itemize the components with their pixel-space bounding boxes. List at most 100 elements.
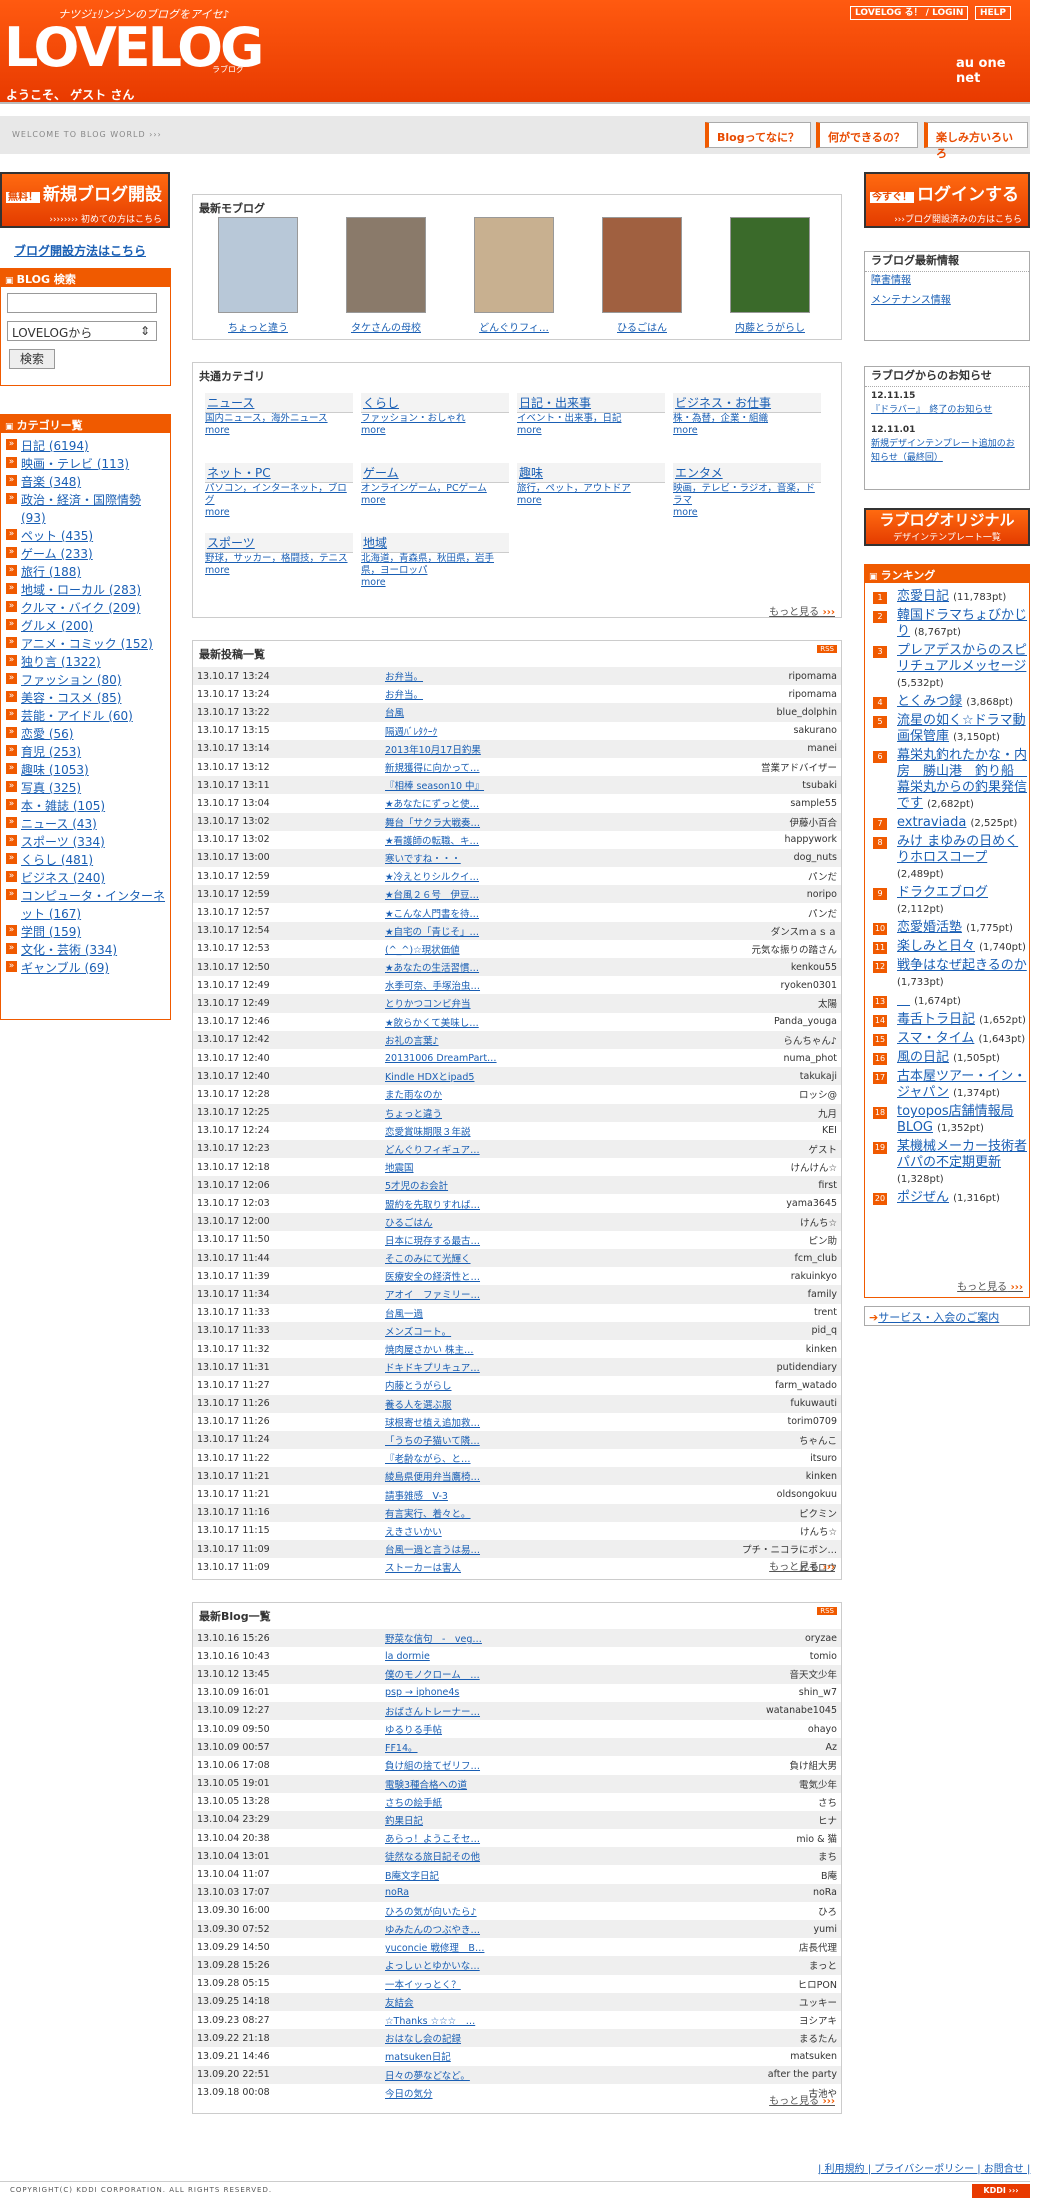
category-link[interactable]: ビジネス (240) (3, 869, 168, 887)
post-title-link[interactable]: ☆Thanks ☆☆☆ … (385, 2016, 475, 2027)
category-group-links[interactable]: イベント・出来事，日記 (517, 413, 665, 425)
search-scope-select[interactable]: LOVELOGから (7, 321, 157, 341)
login-promo[interactable]: 今すぐ！ ログインする ›››ブログ開設済みの方はこちら (864, 172, 1030, 228)
ranking-link[interactable]: ドラクエブログ (897, 885, 988, 900)
post-title-link[interactable]: よっしぃとゆかいな… (385, 1961, 480, 1972)
post-title-link[interactable]: 野菜な信句 - veg… (385, 1634, 482, 1645)
post-title-link[interactable]: お礼の言葉♪ (385, 1036, 439, 1047)
category-group-links[interactable]: 国内ニュース，海外ニュース (205, 413, 353, 425)
moblog-thumbnail[interactable] (602, 217, 682, 313)
category-group-heading[interactable]: エンタメ (673, 463, 821, 483)
category-group-heading[interactable]: ニュース (205, 393, 353, 413)
category-link[interactable]: ファッション (80) (3, 671, 168, 689)
ranking-link[interactable]: extraviada (897, 815, 966, 830)
kddi-logo[interactable]: KDDI ››› (972, 2184, 1030, 2198)
post-title-link[interactable]: 台風一過 (385, 1309, 423, 1320)
post-title-link[interactable]: お弁当。 (385, 672, 423, 683)
post-title-link[interactable]: ひろの気が向いたら♪ (385, 1907, 477, 1918)
category-link[interactable]: アニメ・コミック (152) (3, 635, 168, 653)
category-group-heading[interactable]: 日記・出来事 (517, 393, 665, 413)
moblog-caption[interactable]: 内藤とうがらし (715, 319, 825, 334)
ranking-link[interactable]: ＿ (897, 993, 910, 1008)
category-link[interactable]: 旅行 (188) (3, 563, 168, 581)
posts-more-link[interactable]: もっと見る (769, 1558, 835, 1573)
category-more-link[interactable]: もっと見る (769, 603, 835, 618)
post-title-link[interactable]: matsuken日記 (385, 2052, 451, 2063)
post-title-link[interactable]: ★看護師の転職、キ… (385, 836, 479, 847)
category-group-more[interactable]: more (205, 425, 353, 437)
post-title-link[interactable]: 電験3種合格への道 (385, 1780, 467, 1791)
ranking-link[interactable]: 戦争はなぜ起きるのか (897, 958, 1027, 973)
post-title-link[interactable]: アオイ ファミリー… (385, 1290, 480, 1301)
post-title-link[interactable]: 日本に現存する最古… (385, 1236, 480, 1247)
post-title-link[interactable]: ★こんな人門書を待… (385, 909, 479, 920)
post-title-link[interactable]: 釣果日記 (385, 1816, 423, 1827)
post-title-link[interactable]: ゆみたんのつぶやき… (385, 1925, 480, 1936)
category-link[interactable]: グルメ (200) (3, 617, 168, 635)
category-link[interactable]: ゲーム (233) (3, 545, 168, 563)
post-title-link[interactable]: 日々の夢などなど。 (385, 2071, 470, 2082)
post-title-link[interactable]: ストーカーは害人 (385, 1563, 461, 1574)
blogs-more-link[interactable]: もっと見る (769, 2092, 835, 2107)
post-title-link[interactable]: 『相棒 season10 中』 (385, 781, 484, 792)
post-title-link[interactable]: 台風一過と言うは易… (385, 1545, 480, 1556)
post-title-link[interactable]: noRa (385, 1887, 409, 1898)
category-link[interactable]: 趣味 (1053) (3, 761, 168, 779)
category-link[interactable]: 芸能・アイドル (60) (3, 707, 168, 725)
ranking-more-link[interactable]: もっと見る (957, 1278, 1023, 1293)
post-title-link[interactable]: ★飲らかくて美味し… (385, 1018, 479, 1029)
search-button[interactable]: 検索 (9, 349, 55, 369)
moblog-item[interactable]: どんぐりフィ… (459, 217, 569, 334)
post-title-link[interactable]: 内藤とうがらし (385, 1381, 452, 1392)
category-group-heading[interactable]: スポーツ (205, 533, 353, 553)
post-title-link[interactable]: 請事雑感 V-3 (385, 1491, 448, 1502)
post-title-link[interactable]: 球根寄せ植え追加救… (385, 1418, 480, 1429)
post-title-link[interactable]: どんぐりフィギュア… (385, 1145, 480, 1156)
category-group-links[interactable]: 北海道，青森県，秋田県，岩手県，ヨーロッパ (361, 553, 509, 577)
ranking-link[interactable]: 風の日記 (897, 1050, 949, 1065)
post-title-link[interactable]: ひるごはん (385, 1218, 433, 1229)
category-link[interactable]: 日記 (6194) (3, 437, 168, 455)
post-title-link[interactable]: 今日の気分 (385, 2089, 433, 2100)
footer-links[interactable]: | 利用規約 | プライバシーポリシー | お問合せ | (818, 2160, 1030, 2175)
post-title-link[interactable]: 医療安全の経済性と… (385, 1272, 480, 1283)
post-title-link[interactable]: ★自宅の「青じそ」… (385, 927, 479, 938)
category-group-heading[interactable]: ネット・PC (205, 463, 353, 483)
new-blog-promo[interactable]: 無料！ 新規ブログ開設 ›››››››› 初めての方はこちら (0, 172, 170, 228)
post-title-link[interactable]: 舞台「サクラ大戦奏… (385, 818, 480, 829)
moblog-thumbnail[interactable] (730, 217, 810, 313)
post-title-link[interactable]: 地震国 (385, 1163, 414, 1174)
category-link[interactable]: ニュース (43) (3, 815, 168, 833)
post-title-link[interactable]: おはなし会の記録 (385, 2034, 461, 2045)
post-title-link[interactable]: 焼肉屋さかい 株主… (385, 1345, 474, 1356)
category-group-more[interactable]: more (673, 507, 821, 519)
post-title-link[interactable]: FF14。 (385, 1743, 418, 1754)
what-can-do-button[interactable]: 何ができるの？ (816, 122, 918, 148)
post-title-link[interactable]: ★台風２６号 伊豆… (385, 890, 479, 901)
category-group-more[interactable]: more (517, 495, 665, 507)
post-title-link[interactable]: 新規獲得に向かって… (385, 763, 480, 774)
moblog-item[interactable]: タケさんの母校 (331, 217, 441, 334)
post-title-link[interactable]: 『老齢ながら、と… (385, 1454, 471, 1465)
post-title-link[interactable]: 徒然なる旅日記その他 (385, 1852, 480, 1863)
help-link[interactable]: HELP (975, 6, 1012, 20)
post-title-link[interactable]: お弁当。 (385, 690, 423, 701)
moblog-caption[interactable]: ちょっと違う (203, 319, 313, 334)
post-title-link[interactable]: 僕のモノクローム … (385, 1670, 480, 1681)
category-link[interactable]: コンピュータ・インターネット (167) (3, 887, 168, 923)
post-title-link[interactable]: psp → iphone4s (385, 1687, 459, 1698)
category-group-more[interactable]: more (673, 425, 821, 437)
post-title-link[interactable]: とりかつコンビ弁当 (385, 999, 471, 1010)
category-group-heading[interactable]: くらし (361, 393, 509, 413)
post-title-link[interactable]: 負け組の捨てゼリフ… (385, 1761, 480, 1772)
category-group-heading[interactable]: 地域 (361, 533, 509, 553)
category-link[interactable]: 政治・経済・国際情勢 (93) (3, 491, 168, 527)
post-title-link[interactable]: えきさいかい (385, 1527, 442, 1538)
post-title-link[interactable]: la dormie (385, 1651, 430, 1662)
post-title-link[interactable]: メンズコート。 (385, 1327, 451, 1338)
category-link[interactable]: 写真 (325) (3, 779, 168, 797)
ranking-link[interactable]: みけ まゆみの日めくりホロスコープ (897, 834, 1018, 865)
post-title-link[interactable]: 友結会 (385, 1998, 414, 2009)
category-group-heading[interactable]: 趣味 (517, 463, 665, 483)
post-title-link[interactable]: ★冷えとりシルクイ… (385, 872, 479, 883)
